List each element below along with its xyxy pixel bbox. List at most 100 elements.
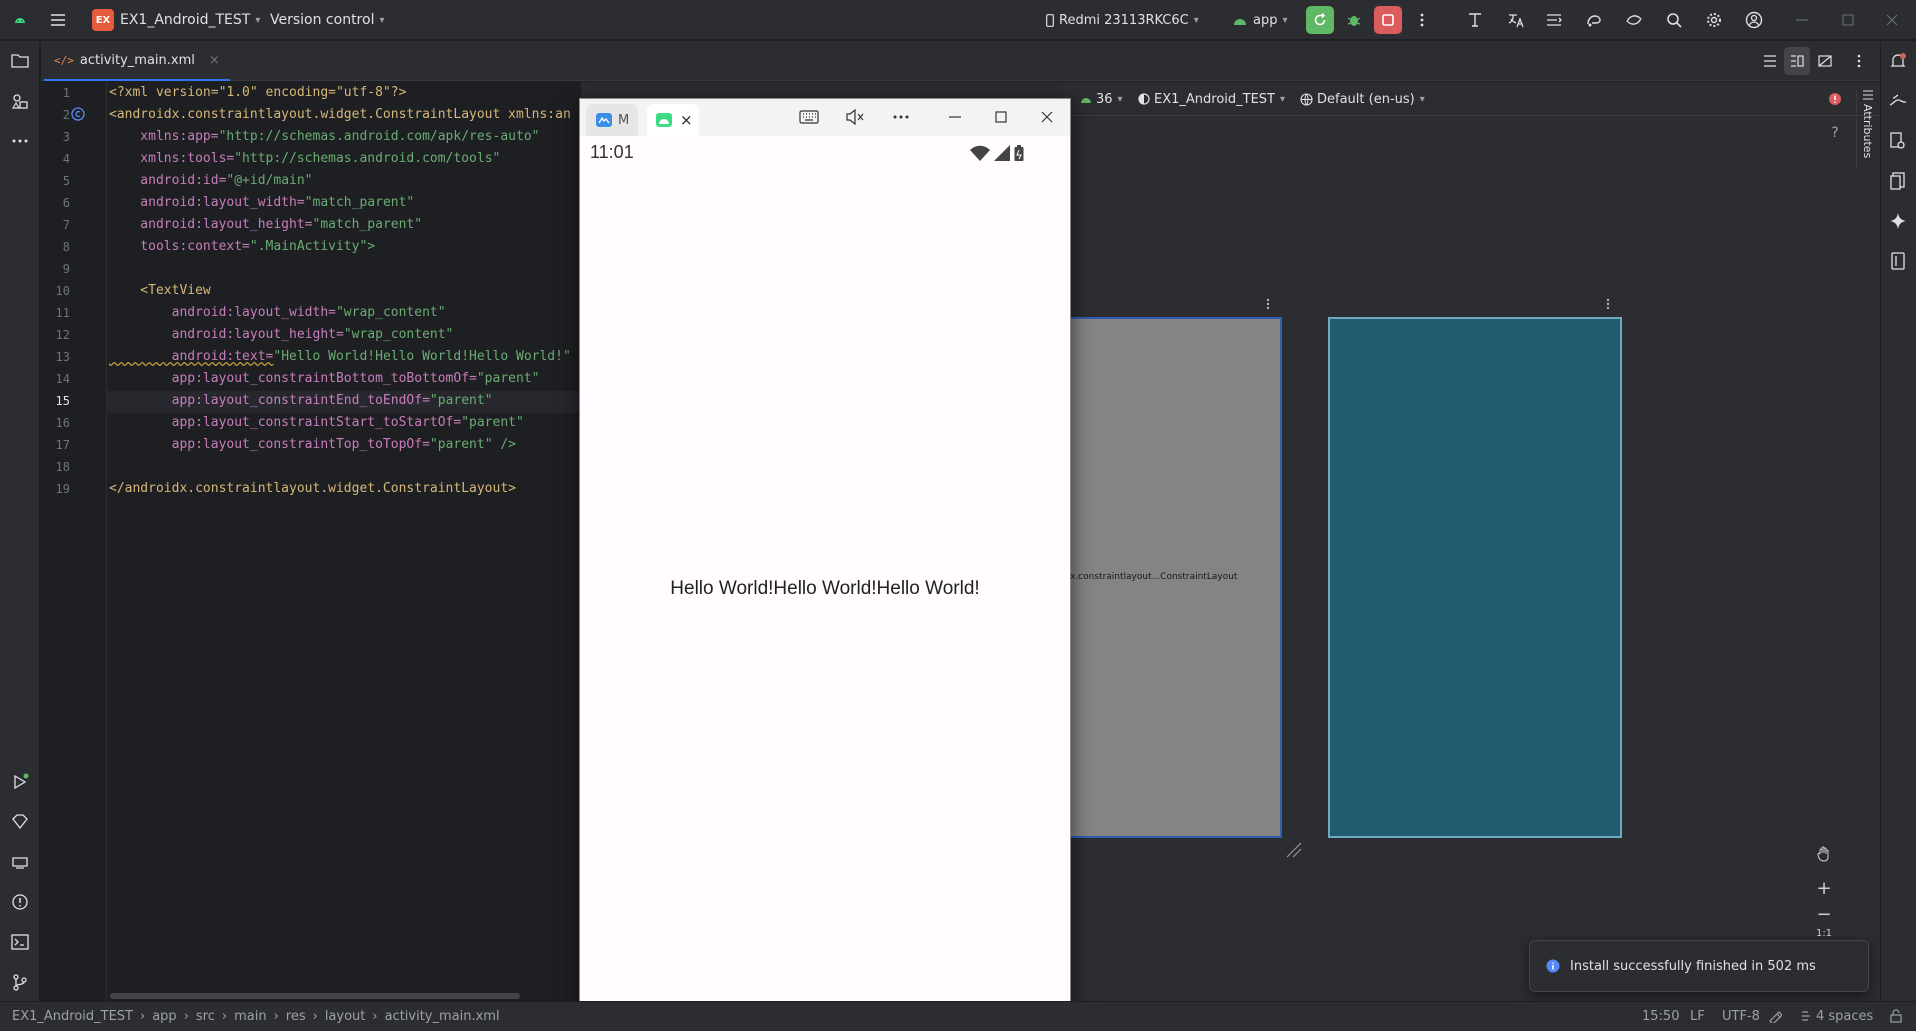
breadcrumb-item[interactable]: main [234, 1009, 266, 1024]
close-icon[interactable]: × [680, 111, 693, 129]
running-devices-icon[interactable] [1884, 167, 1912, 195]
resize-handle-icon[interactable] [1284, 840, 1304, 860]
zoom-actual-size-button[interactable]: 1:1 [1810, 926, 1838, 940]
project-selector[interactable]: EX EX1_Android_TEST ▾ [92, 0, 260, 40]
stop-button[interactable] [1374, 6, 1402, 34]
run-tool-icon[interactable] [6, 768, 34, 796]
account-icon[interactable] [1740, 6, 1768, 34]
emulator-window[interactable] [579, 98, 1071, 1010]
more-vertical-icon[interactable] [1846, 47, 1872, 75]
device-explorer-icon[interactable] [1884, 127, 1912, 155]
terminal-icon[interactable] [6, 928, 34, 956]
more-vertical-icon[interactable] [1408, 6, 1436, 34]
line-number: 5 [62, 174, 70, 188]
version-control-menu[interactable]: Version control ▾ [270, 0, 385, 40]
blueprint-more-icon[interactable] [1600, 294, 1616, 314]
caret-position[interactable]: 15:50 [1642, 1001, 1679, 1031]
mute-icon[interactable] [842, 104, 868, 130]
split-view-icon[interactable] [1784, 47, 1810, 75]
attributes-panel-tab[interactable]: Attributes [1856, 90, 1878, 170]
class-gutter-icon[interactable] [70, 106, 86, 122]
design-more-icon[interactable] [1260, 294, 1276, 314]
notifications-icon[interactable] [1884, 47, 1912, 75]
error-indicator-icon[interactable] [1826, 90, 1844, 108]
code-token: app:layout_constraintTop_toTopOf= [109, 437, 430, 452]
code-token: tools:context= [109, 239, 250, 254]
theme-selector[interactable]: EX1_Android_TEST ▾ [1138, 82, 1285, 116]
breadcrumb-item[interactable]: EX1_Android_TEST [12, 1009, 133, 1024]
code-view-icon[interactable] [1757, 47, 1783, 75]
xml-file-icon: </> [54, 53, 74, 67]
indent-setting[interactable]: 4 spaces [1800, 1001, 1873, 1031]
chevron-down-icon: ▾ [1419, 93, 1425, 105]
device-manager-icon[interactable] [6, 848, 34, 876]
code-line: xmlns:tools="http://schemas.android.com/… [109, 151, 500, 166]
search-icon[interactable] [1660, 6, 1688, 34]
horizontal-scrollbar[interactable] [110, 993, 520, 999]
ai-sparkle-icon[interactable] [1884, 207, 1912, 235]
emulator-close-icon[interactable] [1034, 104, 1060, 130]
emulator-icon[interactable] [1884, 247, 1912, 275]
gemini-chat-icon[interactable] [1884, 87, 1912, 115]
run-config-selector[interactable]: app ▾ [1232, 0, 1288, 40]
resource-manager-icon[interactable] [6, 87, 34, 115]
emulator-minimize-icon[interactable] [942, 104, 968, 130]
breadcrumb-item[interactable]: res [286, 1009, 306, 1024]
line-number: 3 [62, 130, 70, 144]
indent-icon [1800, 1010, 1812, 1022]
device-selector[interactable]: Redmi 23113RKC6C ▾ [1046, 0, 1199, 40]
app-tab-icon [596, 113, 612, 127]
sync-icon[interactable] [1620, 6, 1648, 34]
chevron-down-icon: ▾ [1280, 93, 1286, 105]
help-icon[interactable]: ? [1826, 124, 1844, 142]
readonly-lock-icon[interactable] [1890, 1001, 1902, 1031]
main-menu-icon[interactable] [44, 6, 72, 34]
gradle-icon[interactable] [1580, 6, 1608, 34]
tab-close-icon[interactable]: × [209, 53, 220, 68]
breadcrumb-separator-icon: › [183, 1008, 189, 1024]
code-token: xmlns:tools= [109, 151, 235, 166]
line-number: 7 [62, 218, 70, 232]
app-quality-insights-icon[interactable] [6, 808, 34, 836]
pan-hand-icon[interactable] [1810, 840, 1838, 868]
code-line: app:layout_constraintEnd_toEndOf="parent… [109, 393, 493, 408]
layout-inspector-icon[interactable] [1462, 6, 1490, 34]
minimize-window-icon[interactable] [1788, 6, 1816, 34]
zoom-in-button[interactable]: + [1810, 874, 1838, 902]
breadcrumb-item[interactable]: app [152, 1009, 176, 1024]
git-branch-icon[interactable] [6, 968, 34, 996]
chevron-down-icon: ▾ [1117, 93, 1123, 105]
emulator-tab-1[interactable]: M [586, 104, 638, 136]
emulator-maximize-icon[interactable] [988, 104, 1014, 130]
design-view-icon[interactable] [1812, 47, 1838, 75]
settings-gear-icon[interactable] [1700, 6, 1728, 34]
project-folder-icon[interactable] [6, 47, 34, 75]
logcat-icon[interactable] [1540, 6, 1568, 34]
hello-world-text: Hello World!Hello World!Hello World! [670, 578, 980, 599]
zoom-out-button[interactable]: − [1810, 900, 1838, 928]
install-notification[interactable]: Install successfully finished in 502 ms [1529, 940, 1869, 992]
more-tools-icon[interactable] [6, 127, 34, 155]
tab-activity-main-xml[interactable]: </> activity_main.xml × [44, 41, 230, 81]
phone-clock: 11:01 [590, 142, 634, 162]
debug-icon[interactable] [1340, 6, 1368, 34]
api-level-selector[interactable]: 36 ▾ [1080, 82, 1123, 116]
file-encoding[interactable]: UTF-8 [1722, 1001, 1760, 1031]
rerun-button[interactable] [1306, 6, 1334, 34]
blueprint-preview[interactable] [1328, 317, 1622, 838]
maximize-window-icon[interactable] [1834, 6, 1862, 34]
problems-icon[interactable] [6, 888, 34, 916]
line-separator[interactable]: LF [1690, 1001, 1705, 1031]
locale-selector[interactable]: Default (en-us) ▾ [1300, 82, 1425, 116]
emulator-tab-2[interactable]: × [647, 104, 699, 136]
breadcrumb-item[interactable]: activity_main.xml [385, 1009, 500, 1024]
design-preview[interactable]: x.constraintlayout...ConstraintLayout [1068, 317, 1282, 838]
more-horizontal-icon[interactable] [888, 104, 914, 130]
breadcrumb-item[interactable]: src [196, 1009, 215, 1024]
keyboard-icon[interactable] [796, 104, 822, 130]
breadcrumb-item[interactable]: layout [325, 1009, 366, 1024]
close-window-icon[interactable] [1878, 6, 1906, 34]
code-style-icon[interactable] [1768, 1001, 1782, 1031]
line-number: 13 [55, 350, 70, 364]
translate-icon[interactable] [1502, 6, 1530, 34]
